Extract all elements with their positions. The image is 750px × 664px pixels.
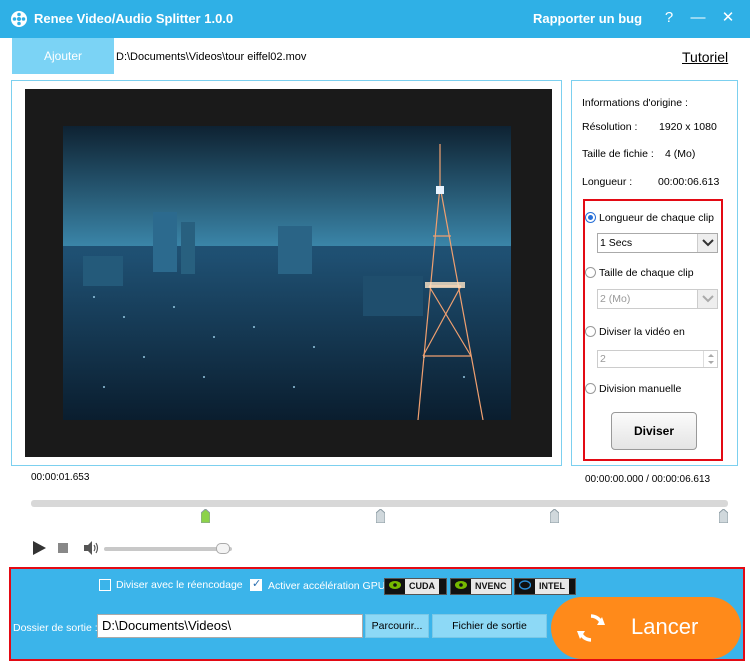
gpu-acceleration-label: Activer accélération GPU [268,580,386,592]
clip-size-label: Taille de chaque clip [599,267,694,279]
nvidia-eye-icon [389,580,401,590]
reencode-label: Diviser avec le réencodage [116,579,243,591]
info-heading: Informations d'origine : [582,97,688,109]
stop-icon[interactable] [58,543,68,553]
minimize-button[interactable]: — [688,8,708,28]
volume-slider-track[interactable] [104,547,232,551]
chevron-down-icon [697,234,717,252]
intel-label: INTEL [535,579,569,594]
app-title: Renee Video/Audio Splitter 1.0.0 [34,11,234,26]
nvidia-eye-icon [455,580,467,590]
nvenc-label: NVENC [471,579,511,594]
manual-split-label: Division manuelle [599,383,682,395]
split-marker[interactable] [718,508,729,524]
video-canvas [25,89,552,457]
clip-size-value: 2 (Mo) [600,293,631,305]
video-frame-image [63,126,511,420]
volume-icon[interactable] [84,541,100,555]
volume-slider-handle[interactable] [216,543,231,554]
reencode-checkbox[interactable] [99,579,111,591]
intel-logo-icon [518,580,532,590]
play-icon[interactable] [32,541,46,555]
launch-button[interactable]: Lancer [551,597,741,659]
divide-into-value: 2 [600,353,606,365]
divide-into-label: Diviser la vidéo en [599,326,685,338]
time-range: 00:00:00.000 / 00:00:06.613 [585,474,711,485]
video-preview-panel [11,80,562,466]
resolution-label: Résolution : [582,121,638,133]
current-time: 00:00:01.653 [31,472,90,483]
nvenc-badge: NVENC [450,578,512,595]
cuda-label: CUDA [405,579,439,594]
cuda-badge: CUDA [384,578,447,595]
intel-badge: INTEL [514,578,576,595]
launch-label: Lancer [631,614,699,639]
divide-button[interactable]: Diviser [611,412,697,450]
clip-size-radio[interactable] [585,267,596,278]
browse-button[interactable]: Parcourir... [365,614,429,638]
open-output-folder-button[interactable]: Fichier de sortie [432,614,547,638]
length-label: Longueur : [582,176,633,188]
clip-length-select[interactable]: 1 Secs [597,233,718,253]
timeline-track[interactable] [31,500,728,507]
clip-length-radio[interactable] [585,212,596,223]
file-size-value: 4 (Mo) [665,148,696,160]
chevron-down-icon [697,290,717,308]
report-bug-link[interactable]: Rapporter un bug [533,11,642,26]
file-size-label: Taille de fichie : [582,148,654,160]
refresh-arrows-icon [577,614,605,642]
close-button[interactable]: ✕ [718,8,738,28]
clip-size-select[interactable]: 2 (Mo) [597,289,718,309]
output-folder-input[interactable]: D:\Documents\Videos\ [97,614,363,638]
title-bar: Renee Video/Audio Splitter 1.0.0 Rapport… [0,0,750,38]
tokyo-tower-night-image [63,126,511,420]
divide-into-radio[interactable] [585,326,596,337]
clip-length-value: 1 Secs [600,237,633,249]
split-marker[interactable] [549,508,560,524]
tutorial-link[interactable]: Tutoriel [682,49,728,65]
split-marker[interactable] [200,508,211,524]
divide-into-stepper[interactable]: 2 [597,350,718,368]
resolution-value: 1920 x 1080 [659,121,717,133]
gpu-acceleration-checkbox[interactable] [250,577,262,591]
output-folder-label: Dossier de sortie : [13,622,98,634]
add-file-button[interactable]: Ajouter [12,38,114,74]
clip-length-label: Longueur de chaque clip [599,212,715,224]
film-reel-icon [11,11,27,27]
manual-split-radio[interactable] [585,383,596,394]
split-marker[interactable] [375,508,385,524]
help-button[interactable]: ? [659,8,679,28]
stepper-arrows-icon[interactable] [703,351,717,367]
length-value: 00:00:06.613 [658,176,720,188]
source-file-path: D:\Documents\Videos\tour eiffel02.mov [116,51,307,63]
